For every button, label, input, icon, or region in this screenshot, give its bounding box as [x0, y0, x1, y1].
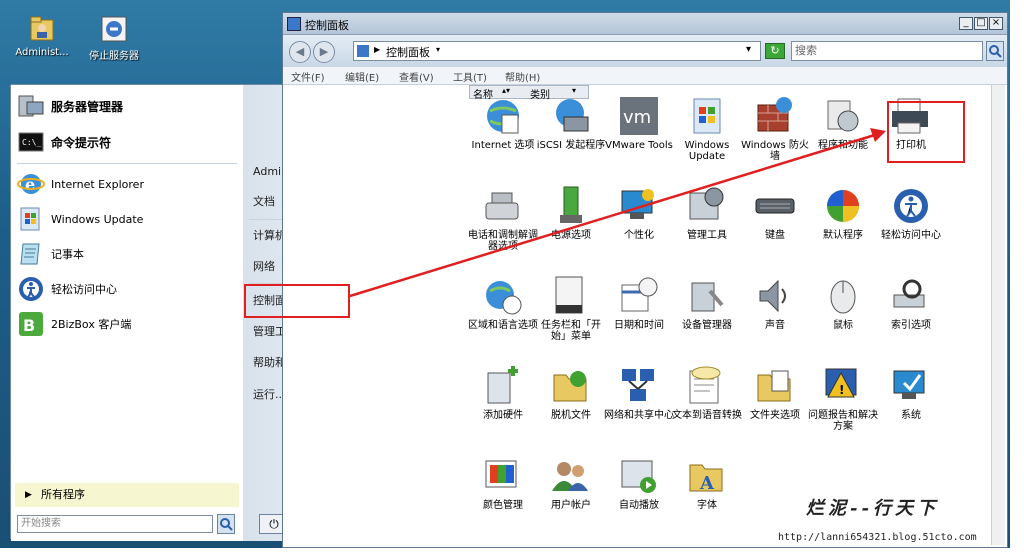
watermark-url: http://lanni654321.blog.51cto.com	[778, 532, 977, 543]
watermark-title: 烂泥--行天下	[806, 498, 939, 519]
annotation-arrow	[349, 128, 886, 298]
